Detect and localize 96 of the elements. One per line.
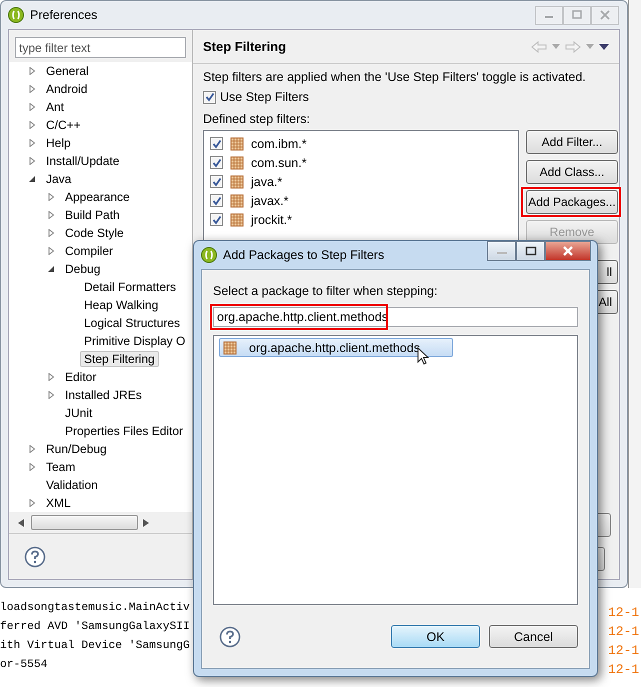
- checkbox[interactable]: [210, 175, 223, 188]
- tree-item[interactable]: Debug: [61, 261, 104, 277]
- filter-item[interactable]: com.sun.*: [251, 156, 307, 170]
- package-icon: [223, 340, 237, 354]
- tree-item[interactable]: Editor: [61, 369, 100, 385]
- filter-item[interactable]: java.*: [251, 174, 282, 188]
- filter-button[interactable]: Add Filter...: [526, 130, 618, 154]
- console-line: loadsongtastemusic.MainActiv: [0, 600, 190, 616]
- close-icon: [600, 10, 610, 20]
- expand-arrow-icon[interactable]: [47, 211, 55, 219]
- dropdown-arrow-icon[interactable]: [552, 44, 560, 49]
- dropdown-arrow-icon[interactable]: [586, 44, 594, 49]
- tree-item[interactable]: Appearance: [61, 189, 134, 205]
- log-timestamp: 12-1: [608, 642, 640, 660]
- log-timestamp: 12-1: [608, 604, 640, 622]
- maximize-icon: [572, 10, 582, 20]
- package-icon: [230, 174, 244, 188]
- maximize-button[interactable]: [516, 241, 545, 261]
- tree-item[interactable]: Ant: [42, 99, 68, 115]
- tree-item[interactable]: Heap Walking: [80, 297, 162, 313]
- package-icon: [230, 136, 244, 150]
- filter-item[interactable]: com.ibm.*: [251, 136, 307, 150]
- tree-item[interactable]: Java: [42, 171, 76, 187]
- expand-arrow-icon[interactable]: [47, 229, 55, 237]
- dialog-button[interactable]: OK: [391, 625, 480, 648]
- tree-item[interactable]: Primitive Display O: [80, 333, 190, 349]
- expand-arrow-icon[interactable]: [47, 391, 55, 399]
- dialog-title: Add Packages to Step Filters: [223, 248, 384, 262]
- console-line: ith Virtual Device 'SamsungG: [0, 638, 190, 654]
- checkbox[interactable]: [210, 194, 223, 207]
- menu-arrow-icon[interactable]: [599, 44, 609, 50]
- tree-item[interactable]: Step Filtering: [80, 351, 159, 367]
- expand-arrow-icon[interactable]: [28, 463, 36, 471]
- description-text: Step filters are applied when the 'Use Step Filters' toggle is activated.: [203, 70, 587, 84]
- filter-item[interactable]: jrockit.*: [251, 212, 292, 226]
- expand-arrow-icon[interactable]: [28, 139, 36, 147]
- package-icon: [230, 212, 244, 226]
- log-timestamp: 12-1: [608, 623, 640, 641]
- tree-item[interactable]: Run/Debug: [42, 441, 111, 457]
- tree-item[interactable]: General: [42, 63, 93, 79]
- expand-arrow-icon[interactable]: [47, 193, 55, 201]
- expand-arrow-icon[interactable]: [28, 499, 36, 507]
- checkbox[interactable]: [210, 213, 223, 226]
- tree-item[interactable]: XML: [42, 495, 75, 511]
- tree-item[interactable]: Logical Structures: [80, 315, 184, 331]
- collapse-arrow-icon[interactable]: [47, 265, 55, 273]
- eclipse-icon: [201, 247, 217, 263]
- maximize-icon: [524, 246, 536, 256]
- tree-item[interactable]: Install/Update: [42, 153, 124, 169]
- console-line: ferred AVD 'SamsungGalaxySII: [0, 620, 190, 635]
- checkbox-label: Use Step Filters: [220, 90, 309, 104]
- filter-button[interactable]: Add Packages...: [526, 190, 618, 214]
- collapse-arrow-icon[interactable]: [28, 175, 36, 183]
- tree-item[interactable]: Validation: [42, 477, 102, 493]
- help-icon[interactable]: [24, 546, 46, 568]
- page-title: Step Filtering: [203, 39, 286, 54]
- checkbox[interactable]: [210, 156, 223, 169]
- expand-arrow-icon[interactable]: [28, 67, 36, 75]
- tree-item[interactable]: Help: [42, 135, 75, 151]
- expand-arrow-icon[interactable]: [28, 445, 36, 453]
- filter-field[interactable]: type filter text: [15, 37, 186, 58]
- package-icon: [230, 156, 244, 170]
- package-field[interactable]: org.apache.http.client.methods: [213, 307, 578, 327]
- expand-arrow-icon[interactable]: [28, 103, 36, 111]
- package-icon: [230, 194, 244, 208]
- checkbox[interactable]: [203, 90, 216, 104]
- minimize-button[interactable]: [487, 241, 516, 261]
- filter-button[interactable]: Add Class...: [526, 160, 618, 184]
- expand-arrow-icon[interactable]: [47, 247, 55, 255]
- expand-arrow-icon[interactable]: [28, 85, 36, 93]
- tree-item[interactable]: Compiler: [61, 243, 118, 259]
- tree-item[interactable]: Android: [42, 81, 92, 97]
- expand-arrow-icon[interactable]: [47, 373, 55, 381]
- close-button[interactable]: [545, 241, 591, 261]
- tree-item[interactable]: Code Style: [61, 225, 128, 241]
- package-item[interactable]: org.apache.http.client.methods: [219, 338, 453, 357]
- tree-item[interactable]: Build Path: [61, 207, 124, 223]
- checkbox[interactable]: [210, 137, 223, 150]
- tree-item[interactable]: C/C++: [42, 117, 85, 133]
- list-label: Defined step filters:: [203, 112, 311, 126]
- expand-arrow-icon[interactable]: [28, 121, 36, 129]
- dialog-button[interactable]: Cancel: [489, 625, 578, 648]
- tree-item[interactable]: JUnit: [61, 405, 96, 421]
- log-timestamp: 12-1: [608, 661, 640, 679]
- eclipse-icon: [8, 7, 24, 23]
- console-line: or-5554: [0, 658, 48, 673]
- tree-item[interactable]: Installed JREs: [61, 387, 146, 403]
- help-icon[interactable]: [219, 626, 241, 648]
- tree-item[interactable]: Detail Formatters: [80, 279, 180, 295]
- tree-item[interactable]: Properties Files Editor: [61, 423, 188, 439]
- expand-arrow-icon[interactable]: [28, 157, 36, 165]
- tree-item[interactable]: Team: [42, 459, 80, 475]
- close-icon: [562, 246, 574, 256]
- prompt-text: Select a package to filter when stepping:: [213, 284, 438, 298]
- filter-item[interactable]: javax.*: [251, 194, 289, 208]
- window-title: Preferences: [30, 8, 98, 22]
